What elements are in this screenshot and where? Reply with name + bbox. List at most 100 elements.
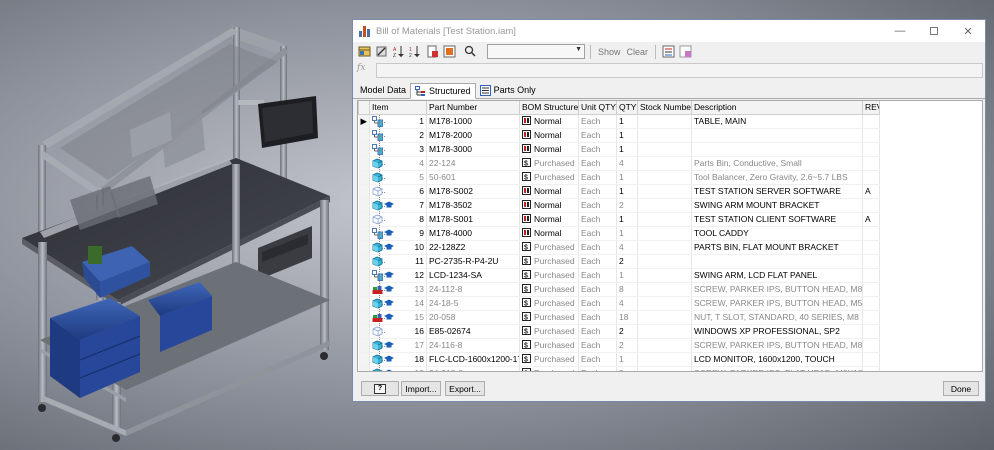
cell-stock-number[interactable] — [637, 324, 692, 339]
row-selector[interactable] — [358, 170, 370, 185]
cell-description[interactable]: PARTS BIN, FLAT MOUNT BRACKET — [691, 240, 863, 255]
cell-qty[interactable]: 18 — [616, 310, 638, 325]
cell-bom-structure[interactable]: $ Purchased — [519, 254, 579, 269]
cell-item[interactable]: 5 — [369, 170, 427, 185]
table-row[interactable]: 10 22-128Z2 $ Purchased Each 4 PARTS BIN, FLAT… — [358, 240, 880, 255]
cell-rev[interactable] — [862, 352, 880, 367]
cell-stock-number[interactable] — [637, 142, 692, 157]
cell-bom-structure[interactable]: Normal — [519, 114, 579, 129]
cell-rev[interactable] — [862, 142, 880, 157]
cell-unit-qty[interactable]: Each — [578, 268, 617, 283]
cell-description[interactable]: TOOL CADDY — [691, 226, 863, 241]
cell-description[interactable]: SCREW, PARKER IPS, BUTTON HEAD, M5X8 — [691, 296, 863, 311]
cell-qty[interactable]: 4 — [616, 156, 638, 171]
cell-rev[interactable] — [862, 268, 880, 283]
cell-rev[interactable]: A — [862, 184, 880, 199]
row-selector[interactable] — [358, 240, 370, 255]
clear-button[interactable]: Clear — [625, 47, 651, 57]
cell-description[interactable] — [691, 128, 863, 143]
cell-description[interactable]: SCREW, PARKER IPS, BUTTON HEAD, M8X12 — [691, 282, 863, 297]
cell-qty[interactable]: 8 — [616, 282, 638, 297]
cell-item[interactable]: 3 — [369, 142, 427, 157]
cell-description[interactable]: SWING ARM, LCD FLAT PANEL — [691, 268, 863, 283]
export-button[interactable] — [425, 44, 440, 59]
close-button[interactable]: ✕ — [951, 20, 985, 42]
row-selector[interactable] — [358, 268, 370, 283]
cell-description[interactable]: SCREW, PARKER IPS, BUTTON HEAD, M8X16 — [691, 338, 863, 353]
cell-rev[interactable] — [862, 226, 880, 241]
cell-description[interactable]: Tool Balancer, Zero Gravity, 2.6~5.7 LBS — [691, 170, 863, 185]
cell-stock-number[interactable] — [637, 296, 692, 311]
cell-stock-number[interactable] — [637, 268, 692, 283]
cell-part-number[interactable]: 24-18-5 — [426, 296, 520, 311]
cell-part-number[interactable]: FLC-LCD-1600x1200-17 — [426, 352, 520, 367]
cell-part-number[interactable]: M178-3000 — [426, 142, 520, 157]
cell-qty[interactable]: 1 — [616, 128, 638, 143]
cell-unit-qty[interactable]: Each — [578, 226, 617, 241]
cell-qty[interactable]: 2 — [616, 254, 638, 269]
table-row[interactable]: 2 M178-2000 Normal Each 1 — [358, 128, 880, 143]
cell-item[interactable]: 17 — [369, 338, 427, 353]
column-header-part-number[interactable]: Part Number — [426, 101, 520, 115]
help-button[interactable]: ? — [361, 381, 399, 396]
cell-item[interactable]: 16 — [369, 324, 427, 339]
cell-rev[interactable] — [862, 296, 880, 311]
cell-part-number[interactable]: M178-2000 — [426, 128, 520, 143]
cell-item[interactable]: 15 — [369, 310, 427, 325]
cell-qty[interactable]: 2 — [616, 324, 638, 339]
table-row[interactable]: 15 20-058 $ Purchased Each 18 NUT, T SLOT, STA… — [358, 310, 880, 325]
table-row[interactable]: 8 M178-S001 Normal Each 1 TEST STATION CLIENT… — [358, 212, 880, 227]
row-selector[interactable] — [358, 324, 370, 339]
cell-qty[interactable]: 1 — [616, 226, 638, 241]
cell-rev[interactable] — [862, 282, 880, 297]
title-bar[interactable]: Bill of Materials [Test Station.iam] — ✕ — [353, 20, 985, 42]
table-row[interactable]: 6 M178-S002 Normal Each 1 TEST STATION SERVER… — [358, 184, 880, 199]
cell-item[interactable]: 10 — [369, 240, 427, 255]
row-selector[interactable] — [358, 226, 370, 241]
cell-description[interactable]: TEST STATION SERVER SOFTWARE — [691, 184, 863, 199]
table-row[interactable]: 5 50-601 $ Purchased Each 1 Tool Balancer, Zer… — [358, 170, 880, 185]
properties-button[interactable] — [374, 44, 389, 59]
table-row[interactable]: 11 PC-2735-R-P4-2U $ Purchased Each 2 — [358, 254, 880, 269]
row-selector[interactable] — [358, 352, 370, 367]
cell-part-number[interactable]: M178-S002 — [426, 184, 520, 199]
cell-description[interactable]: NUT, T SLOT, STANDARD, 40 SERIES, M8 — [691, 310, 863, 325]
find-button[interactable] — [459, 44, 481, 59]
cell-stock-number[interactable] — [637, 198, 692, 213]
table-row[interactable]: 14 24-18-5 $ Purchased Each 4 SCREW, PARKER IP… — [358, 296, 880, 311]
row-selector[interactable] — [358, 338, 370, 353]
cell-item[interactable]: 19 — [369, 366, 427, 371]
row-selector[interactable] — [358, 128, 370, 143]
cell-rev[interactable] — [862, 366, 880, 371]
cell-qty[interactable]: 2 — [616, 198, 638, 213]
cell-part-number[interactable]: E85-02674 — [426, 324, 520, 339]
cell-qty[interactable]: 1 — [616, 184, 638, 199]
cell-unit-qty[interactable]: Each — [578, 338, 617, 353]
renumber-button[interactable]: 12 — [408, 44, 423, 59]
cell-description[interactable]: SCREW, PARKER IPS, FLAT HEAD, M8X18 — [691, 366, 863, 371]
filter-combo[interactable]: ▼ — [487, 44, 585, 59]
table-row[interactable]: 7 M178-3502 Normal Each 2 SWING ARM MOUNT BRA… — [358, 198, 880, 213]
cell-bom-structure[interactable]: $ Purchased — [519, 240, 579, 255]
cell-bom-structure[interactable]: Normal — [519, 142, 579, 157]
cell-stock-number[interactable] — [637, 240, 692, 255]
done-button[interactable]: Done — [943, 381, 979, 396]
cell-item[interactable]: 13 — [369, 282, 427, 297]
cell-bom-structure[interactable]: Normal — [519, 198, 579, 213]
row-selector[interactable] — [358, 310, 370, 325]
cell-rev[interactable] — [862, 254, 880, 269]
cell-part-number[interactable]: M178-3502 — [426, 198, 520, 213]
cell-part-number[interactable]: M178-4000 — [426, 226, 520, 241]
show-button[interactable]: Show — [596, 47, 623, 57]
part-number-merge-button[interactable] — [661, 44, 676, 59]
cell-rev[interactable] — [862, 114, 880, 129]
cell-unit-qty[interactable]: Each — [578, 142, 617, 157]
cell-stock-number[interactable] — [637, 184, 692, 199]
table-row[interactable]: 3 M178-3000 Normal Each 1 — [358, 142, 880, 157]
cell-stock-number[interactable] — [637, 282, 692, 297]
cell-item[interactable]: 2 — [369, 128, 427, 143]
cell-item[interactable]: 11 — [369, 254, 427, 269]
cell-qty[interactable]: 1 — [616, 170, 638, 185]
cell-unit-qty[interactable]: Each — [578, 310, 617, 325]
cell-item[interactable]: 12 — [369, 268, 427, 283]
